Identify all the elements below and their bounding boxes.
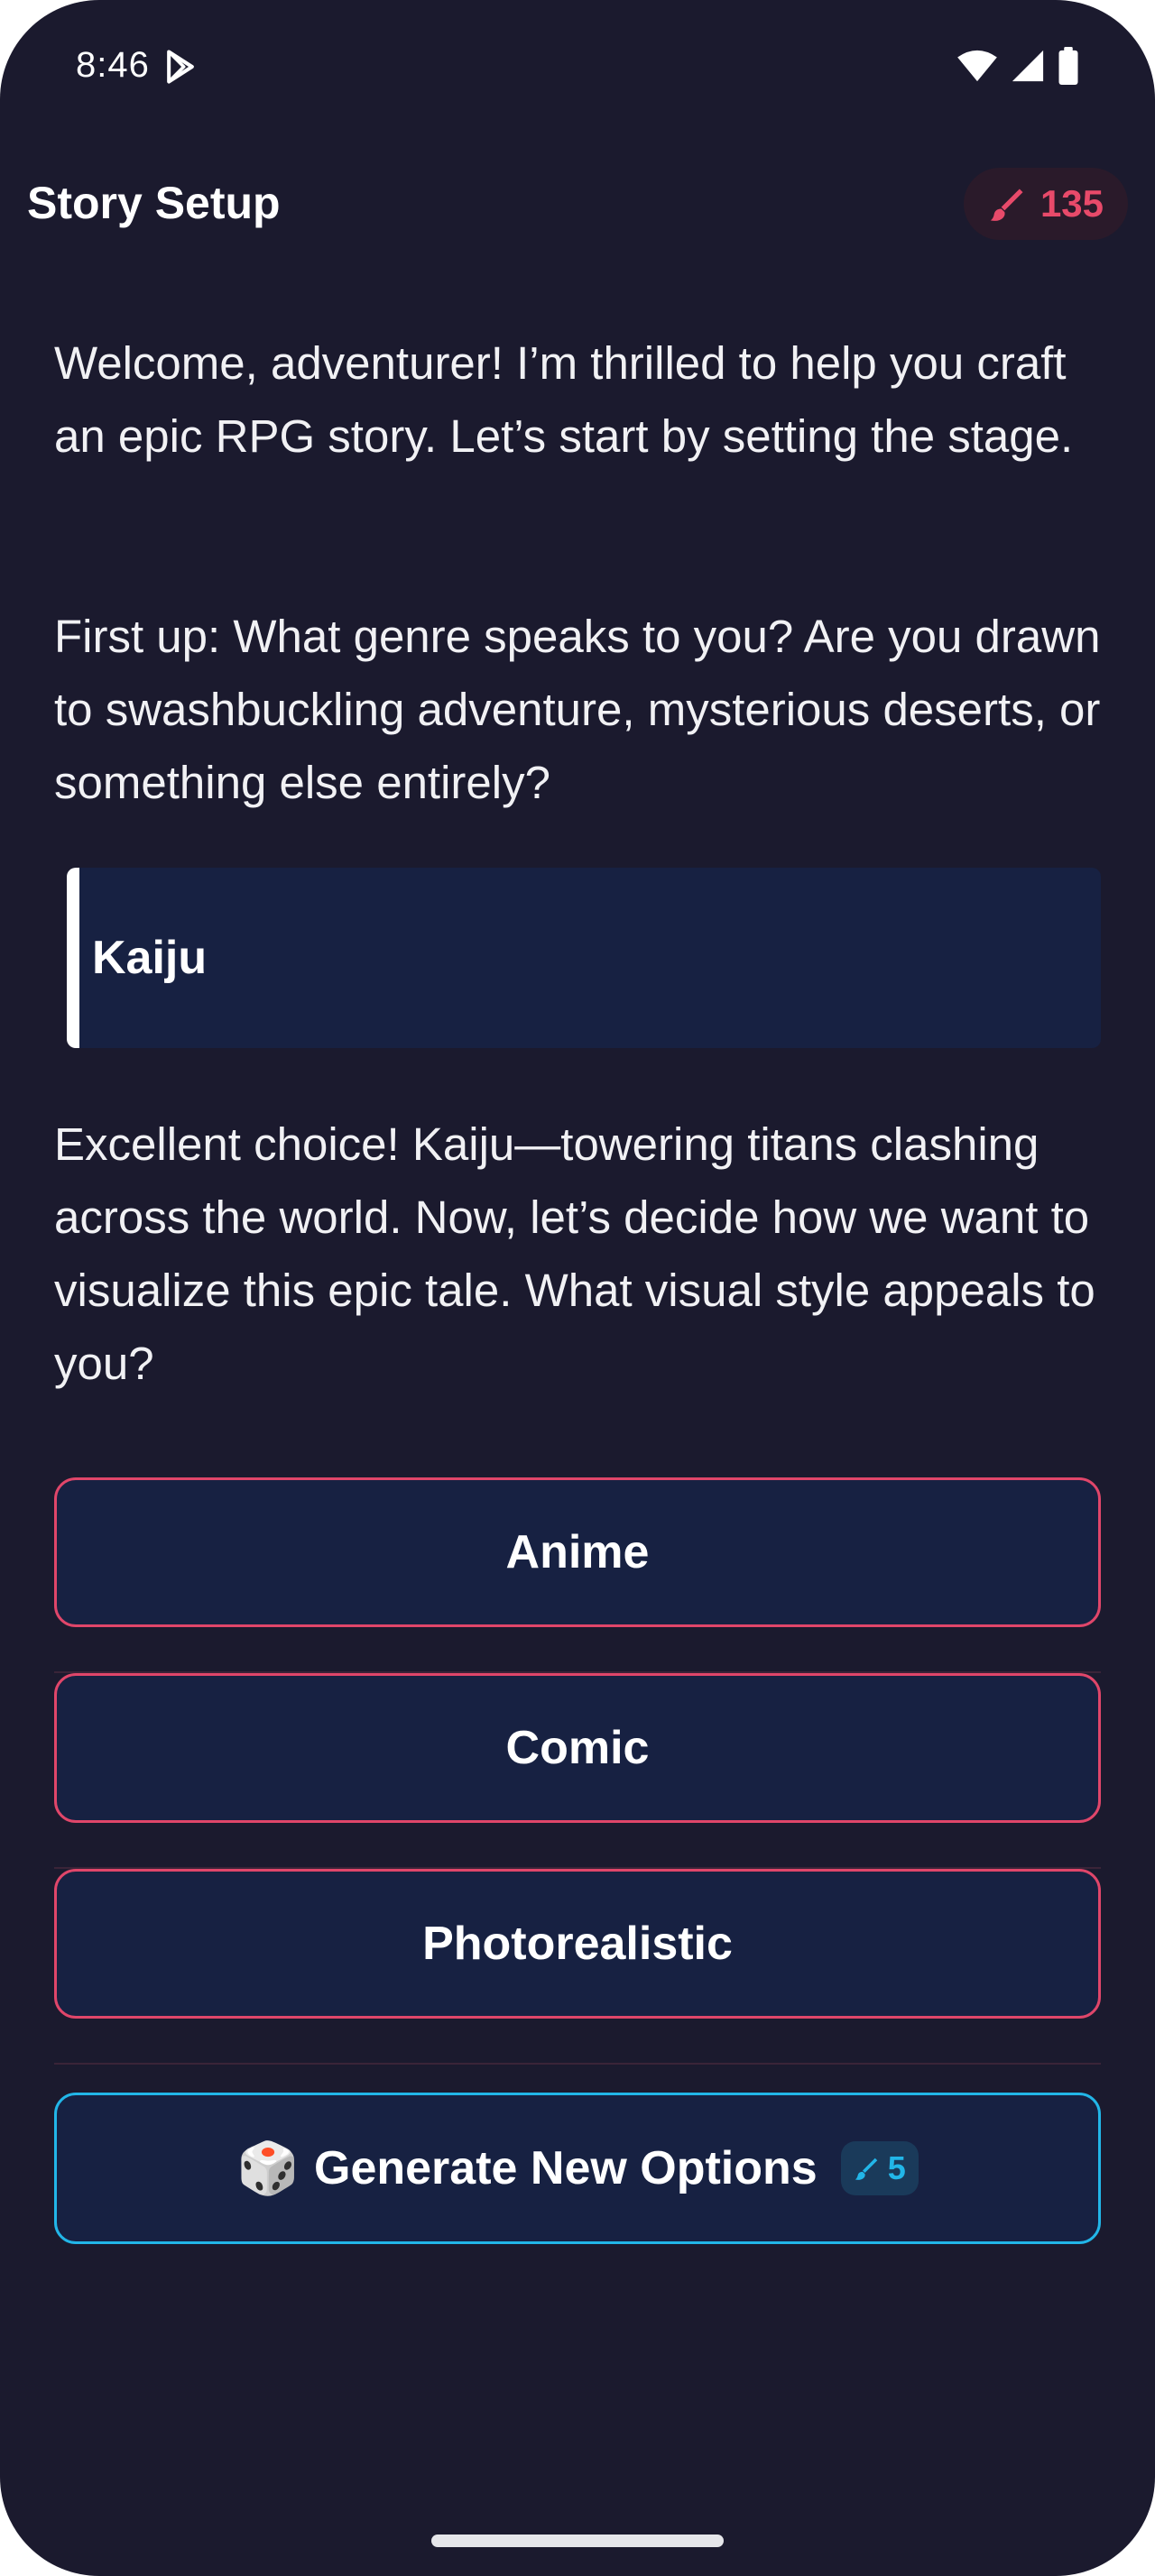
- user-reply-text: Kaiju: [92, 932, 208, 984]
- assistant-message: Welcome, adventurer! I’m thrilled to hel…: [54, 337, 1074, 462]
- wifi-icon: [957, 50, 997, 82]
- play-store-icon: [167, 50, 194, 84]
- battery-icon: [1058, 47, 1078, 85]
- cost-badge: 5: [840, 2141, 919, 2195]
- generate-label: Generate New Options: [314, 2142, 818, 2194]
- status-bar: 8:46: [0, 0, 1155, 135]
- page-title: Story Setup: [27, 178, 281, 228]
- option-button-photorealistic[interactable]: Photorealistic: [54, 1869, 1101, 2019]
- home-indicator[interactable]: [431, 2535, 724, 2547]
- option-button-anime[interactable]: Anime: [54, 1477, 1101, 1627]
- brush-icon: [990, 189, 1023, 221]
- phone-screen: 8:46 Story Setup 135 Welcome, adventurer…: [0, 0, 1155, 2576]
- option-button-comic[interactable]: Comic: [54, 1673, 1101, 1823]
- option-row: Photorealistic: [54, 1869, 1101, 2065]
- app-header: Story Setup 135: [0, 168, 1155, 240]
- cost-value: 5: [887, 2149, 906, 2186]
- status-icons: [956, 47, 1079, 85]
- credits-count: 135: [1040, 182, 1104, 225]
- credits-badge[interactable]: 135: [964, 168, 1128, 240]
- status-time: 8:46: [76, 45, 150, 85]
- signal-icon: [1012, 50, 1044, 82]
- generate-new-options-button[interactable]: 🎲 Generate New Options 5: [54, 2093, 1101, 2244]
- dice-icon: 🎲: [236, 2139, 300, 2196]
- assistant-message: First up: What genre speaks to you? Are …: [54, 611, 1101, 808]
- user-reply: Kaiju: [67, 868, 1101, 1048]
- style-options: Anime Comic Photorealistic: [54, 1477, 1101, 2065]
- assistant-message: Excellent choice! Kaiju—towering titans …: [54, 1118, 1095, 1389]
- option-row: Comic: [54, 1673, 1101, 1869]
- brush-icon: [855, 2157, 877, 2180]
- option-row: Anime: [54, 1477, 1101, 1673]
